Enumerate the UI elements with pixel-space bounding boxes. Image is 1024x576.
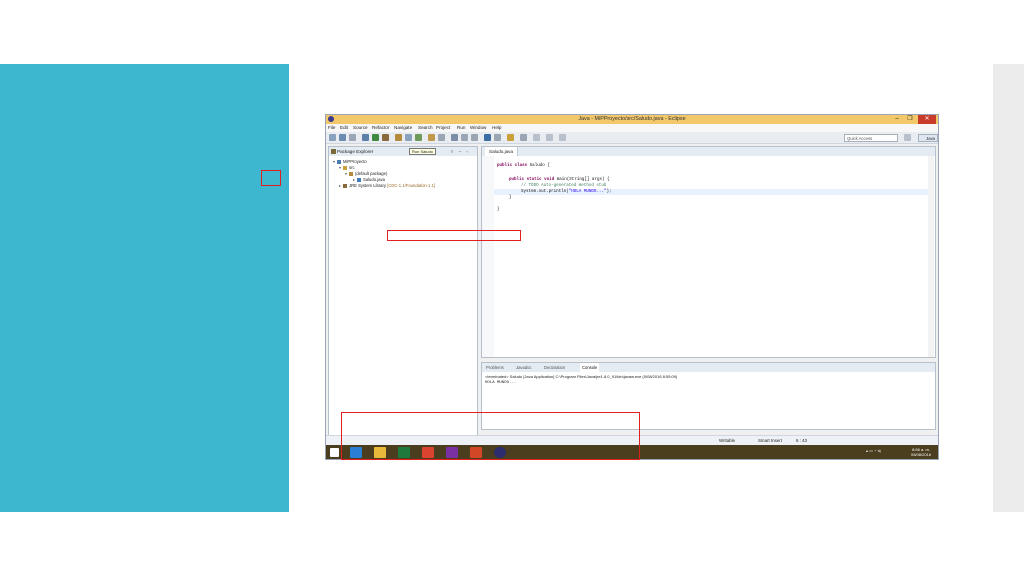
editor-tab-saludo-java[interactable]: Saludo.java: [485, 147, 519, 156]
code-text: Saludo {: [527, 164, 550, 168]
toolbar-dropdown-icon[interactable]: [559, 134, 566, 141]
annotation-box-console-output: [341, 412, 640, 460]
source-folder-icon: [343, 165, 347, 170]
run-icon[interactable]: [372, 134, 379, 141]
prev-annotation-icon[interactable]: [546, 134, 553, 141]
main-toolbar: Quick Access Java: [326, 132, 938, 144]
print-icon[interactable]: [349, 134, 356, 141]
close-button[interactable]: ✕: [918, 115, 936, 124]
code-text: );: [606, 190, 612, 194]
menu-refactor[interactable]: Refactor: [372, 124, 389, 132]
tree-label-src: src: [349, 165, 355, 170]
new-package-icon[interactable]: [405, 134, 412, 141]
tree-label-jre-library: JRE System Library: [349, 183, 386, 188]
title-bar: Java - MiPProyecto/src/Saludo.java - Ecl…: [326, 115, 938, 124]
new-class-icon[interactable]: [415, 134, 422, 141]
presentation-slide: Java - MiPProyecto/src/Saludo.java - Ecl…: [0, 0, 1024, 576]
package-explorer-title: Package Explorer: [337, 149, 374, 154]
java-perspective-button[interactable]: Java: [918, 134, 938, 142]
code-string: "HOLA MUNDO...": [568, 190, 607, 194]
console-tab-bar: Problems Javadoc Declaration Console: [482, 363, 935, 372]
code-line-6[interactable]: }: [497, 207, 500, 213]
tree-label-default-package: (default package): [355, 171, 388, 176]
new-java-project-icon[interactable]: [395, 134, 402, 141]
menu-run[interactable]: Run: [457, 124, 465, 132]
quick-access-input[interactable]: Quick Access: [844, 134, 898, 142]
window-title: Java - MiPProyecto/src/Saludo.java - Ecl…: [578, 116, 686, 122]
debug-icon[interactable]: [362, 134, 369, 141]
skip-breakpoints-icon[interactable]: [484, 134, 491, 141]
tab-console[interactable]: Console: [580, 363, 600, 372]
back-icon[interactable]: [461, 134, 468, 141]
console-output: HOLA MUNDO...: [485, 381, 517, 385]
run-tooltip: Run Saludo: [409, 148, 436, 155]
project-icon: [337, 159, 341, 164]
menu-navigate[interactable]: Navigate: [394, 124, 412, 132]
eclipse-window: Java - MiPProyecto/src/Saludo.java - Ecl…: [325, 114, 939, 460]
tab-declaration[interactable]: Declaration: [544, 363, 565, 372]
toggle-mark-icon[interactable]: [494, 134, 501, 141]
tab-problems[interactable]: Problems: [486, 363, 504, 372]
new-icon[interactable]: [329, 134, 336, 141]
annotation-box-code-line: [387, 230, 521, 241]
tree-label-jre-version: [CDC-1.1/Foundation-1.1]: [387, 183, 436, 188]
code-text: System.out.println(: [521, 190, 569, 194]
clock-date: 05/08/2016: [910, 452, 932, 457]
code-line-5[interactable]: }: [509, 195, 512, 201]
open-perspective-icon[interactable]: [904, 134, 911, 141]
annotation-nav-icon[interactable]: [451, 134, 458, 141]
last-edit-icon[interactable]: [520, 134, 527, 141]
external-tools-icon[interactable]: [382, 134, 389, 141]
package-explorer-panel: Package Explorer Run Saludo ▿ – ▫ ▾ MiPPr…: [328, 146, 478, 436]
editor-tab-bar: Saludo.java: [482, 147, 935, 156]
tab-javadoc[interactable]: Javadoc: [516, 363, 532, 372]
menu-source[interactable]: Source: [353, 124, 368, 132]
menu-window[interactable]: Window: [470, 124, 486, 132]
java-file-icon: [357, 177, 361, 182]
system-tray-icons[interactable]: ▴ ▭ ◔ ◂): [866, 448, 881, 453]
menu-project[interactable]: Project: [436, 124, 450, 132]
editor-vertical-scrollbar[interactable]: [928, 156, 934, 357]
minimize-button[interactable]: –: [891, 115, 903, 124]
next-annotation-icon[interactable]: [533, 134, 540, 141]
annotation-box-run-button: [261, 170, 281, 186]
editor-ruler: [482, 156, 494, 357]
slide-accent-panel: [0, 64, 289, 512]
maximize-button[interactable]: ❐: [904, 115, 916, 124]
tree-label-project: MiPProyecto: [343, 159, 367, 164]
tree-label-saludo-java: Saludo.java: [363, 177, 385, 182]
code-keyword: public static void: [509, 178, 555, 182]
package-explorer-tab[interactable]: Package Explorer Run Saludo ▿ – ▫: [329, 147, 477, 156]
code-text: main(String[] args) {: [554, 178, 610, 182]
start-icon[interactable]: [330, 448, 339, 457]
package-icon: [349, 171, 353, 176]
code-line-1[interactable]: public class Saludo {: [497, 163, 550, 169]
taskbar-clock[interactable]: 8:56 a. m. 05/08/2016: [906, 447, 936, 457]
menu-edit[interactable]: Edit: [340, 124, 348, 132]
menu-search[interactable]: Search: [418, 124, 433, 132]
save-icon[interactable]: [339, 134, 346, 141]
menu-file[interactable]: File: [328, 124, 335, 132]
pin-editor-icon[interactable]: [507, 134, 514, 141]
menu-help[interactable]: Help: [492, 124, 501, 132]
package-explorer-icon: [331, 149, 336, 154]
slide-side-strip: [993, 64, 1024, 512]
tree-item-jre-library[interactable]: ▸ JRE System Library [CDC-1.1/Foundation-…: [339, 183, 435, 189]
search-icon[interactable]: [438, 134, 445, 141]
code-line-4-current[interactable]: System.out.println("HOLA MUNDO...");: [494, 189, 932, 195]
library-icon: [343, 183, 347, 188]
code-keyword: public class: [497, 164, 528, 168]
forward-icon[interactable]: [471, 134, 478, 141]
menu-bar: File Edit Source Refactor Navigate Searc…: [326, 124, 938, 132]
view-menu-icon[interactable]: ▿ – ▫: [451, 147, 470, 156]
code-editor-panel: Saludo.java public class Saludo { public…: [481, 146, 936, 358]
open-type-icon[interactable]: [428, 134, 435, 141]
